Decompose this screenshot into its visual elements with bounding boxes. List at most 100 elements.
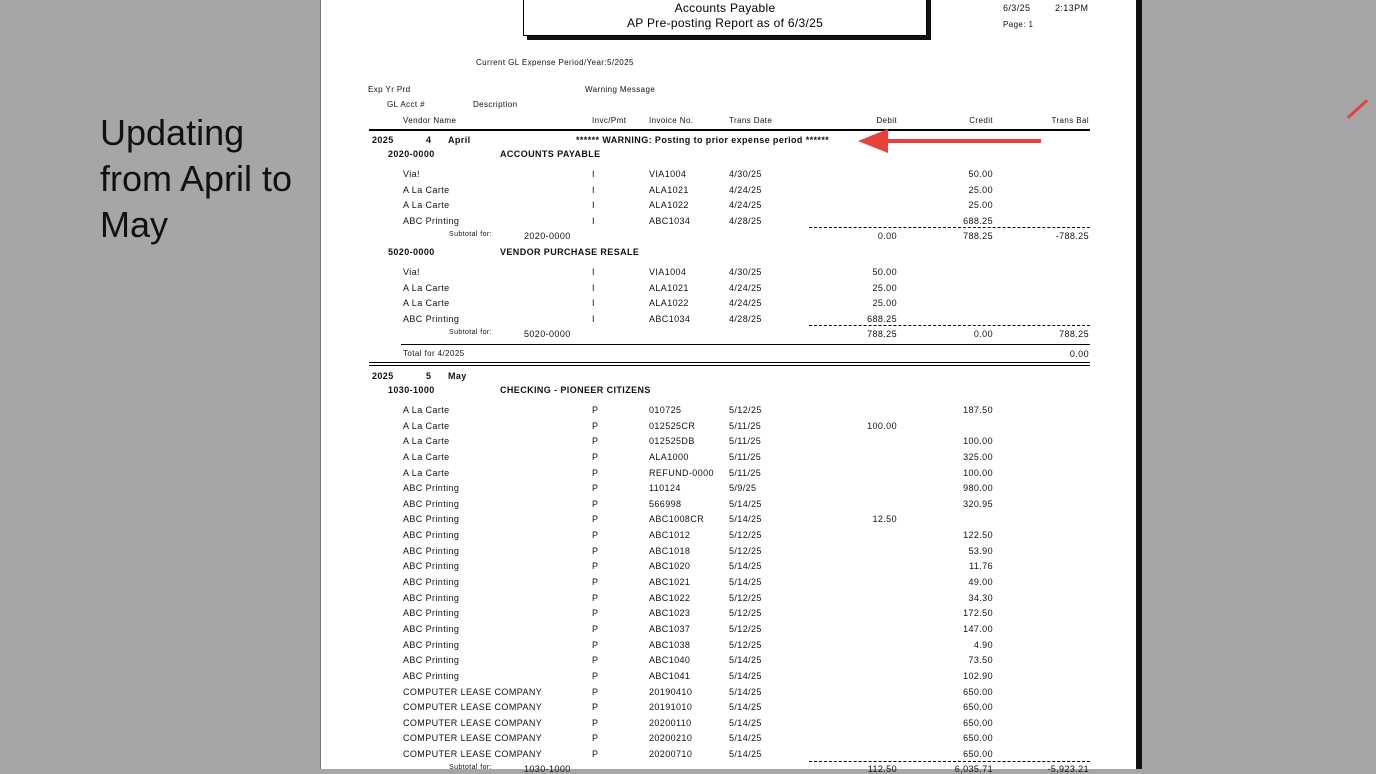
cell-inv: ALA1022 bbox=[649, 200, 689, 211]
cell-credit: 650.00 bbox=[963, 702, 993, 713]
cell-date: 4/28/25 bbox=[729, 314, 762, 325]
cell-inv: 20191010 bbox=[649, 702, 693, 713]
subtotal-debit: 788.25 bbox=[867, 329, 897, 339]
cell-credit: 187.50 bbox=[963, 405, 993, 415]
cell-debit: 688.25 bbox=[867, 314, 897, 325]
cell-credit: 53.90 bbox=[968, 545, 993, 556]
acct-1030-number: 1030-1000 bbox=[388, 385, 435, 395]
cell-debit: 50.00 bbox=[872, 267, 897, 277]
acct-2020-description: ACCOUNTS PAYABLE bbox=[500, 149, 601, 159]
cell-credit: 50.00 bbox=[968, 169, 993, 179]
cell-credit: 980.00 bbox=[963, 483, 993, 494]
cell-vendor: ABC Printing bbox=[403, 577, 460, 588]
report-date: 6/3/25 bbox=[1003, 3, 1031, 13]
cell-vendor: COMPUTER LEASE COMPANY bbox=[403, 702, 543, 713]
cell-inv: ABC1020 bbox=[649, 561, 691, 572]
cell-date: 4/28/25 bbox=[729, 216, 762, 227]
cell-vendor: COMPUTER LEASE COMPANY bbox=[403, 717, 543, 728]
cell-type: P bbox=[592, 451, 599, 462]
cell-type: I bbox=[592, 314, 595, 325]
cell-type: I bbox=[592, 282, 595, 293]
cell-inv: ABC1041 bbox=[649, 670, 691, 681]
cell-vendor: ABC Printing bbox=[403, 498, 460, 509]
cell-date: 5/14/25 bbox=[729, 733, 762, 744]
header-credit: Credit bbox=[969, 116, 993, 125]
subtotal-rule bbox=[809, 227, 1090, 228]
cell-credit: 650.00 bbox=[963, 686, 993, 697]
cell-type: P bbox=[592, 670, 599, 681]
cell-type: P bbox=[592, 608, 599, 619]
header-trans-bal: Trans Bal bbox=[1051, 116, 1089, 125]
report-time: 2:13PM bbox=[1055, 3, 1089, 13]
header-trans-date: Trans Date bbox=[729, 116, 773, 125]
cell-vendor: A La Carte bbox=[403, 200, 450, 211]
april-month: April bbox=[448, 135, 471, 145]
cell-vendor: COMPUTER LEASE COMPANY bbox=[403, 686, 543, 697]
cell-type: P bbox=[592, 749, 599, 760]
cell-vendor: A La Carte bbox=[403, 405, 450, 415]
subtotal-label: Subtotal for: bbox=[449, 231, 492, 238]
cell-vendor: A La Carte bbox=[403, 184, 450, 195]
header-invc-pmt: Invc/Pmt bbox=[592, 116, 627, 125]
cell-vendor: Via! bbox=[403, 169, 420, 179]
report-title: Accounts Payable bbox=[674, 1, 776, 15]
cell-inv: ABC1038 bbox=[649, 639, 691, 650]
cell-inv: ALA1021 bbox=[649, 282, 689, 293]
cell-type: P bbox=[592, 514, 599, 525]
cell-inv: ABC1034 bbox=[649, 216, 691, 227]
april-year: 2025 bbox=[372, 135, 394, 145]
may-year: 2025 bbox=[372, 371, 394, 381]
cell-credit: 650.00 bbox=[963, 733, 993, 744]
cell-vendor: ABC Printing bbox=[403, 530, 460, 541]
period-rule bbox=[369, 365, 1090, 366]
cell-vendor: A La Carte bbox=[403, 298, 450, 309]
cell-credit: 650.00 bbox=[963, 749, 993, 760]
cell-inv: 012525DB bbox=[649, 436, 695, 447]
cell-inv: 566998 bbox=[649, 498, 682, 509]
cell-date: 5/11/25 bbox=[729, 420, 762, 431]
cell-inv: ABC1018 bbox=[649, 545, 691, 556]
cell-inv: ALA1000 bbox=[649, 451, 689, 462]
cell-vendor: A La Carte bbox=[403, 420, 450, 431]
cell-vendor: ABC Printing bbox=[403, 623, 460, 634]
cell-type: P bbox=[592, 733, 599, 744]
cell-inv: 20200210 bbox=[649, 733, 693, 744]
cell-type: P bbox=[592, 405, 599, 415]
cell-credit: 4.90 bbox=[973, 639, 993, 650]
cell-date: 5/11/25 bbox=[729, 436, 762, 447]
cell-vendor: ABC Printing bbox=[403, 639, 460, 650]
total-rule bbox=[401, 344, 1090, 345]
cell-credit: 688.25 bbox=[963, 216, 993, 227]
cell-type: P bbox=[592, 592, 599, 603]
cell-vendor: COMPUTER LEASE COMPANY bbox=[403, 749, 543, 760]
report-page: Accounts Payable AP Pre-posting Report a… bbox=[320, 0, 1136, 774]
cell-credit: 100.00 bbox=[963, 436, 993, 447]
cell-type: I bbox=[592, 184, 595, 195]
period-rule bbox=[369, 362, 1090, 363]
cell-inv: ABC1037 bbox=[649, 623, 691, 634]
cell-vendor: ABC Printing bbox=[403, 592, 460, 603]
cell-type: P bbox=[592, 717, 599, 728]
cell-date: 5/14/25 bbox=[729, 655, 762, 666]
cell-inv: 20200710 bbox=[649, 749, 693, 760]
cell-credit: 34.30 bbox=[968, 592, 993, 603]
cell-date: 4/24/25 bbox=[729, 282, 762, 293]
cell-type: P bbox=[592, 639, 599, 650]
cell-inv: ABC1023 bbox=[649, 608, 691, 619]
cell-type: P bbox=[592, 498, 599, 509]
current-period: Current GL Expense Period/Year:5/2025 bbox=[476, 58, 634, 67]
cell-credit: 49.00 bbox=[968, 577, 993, 588]
annotation-note: Updating from April to May bbox=[100, 112, 293, 245]
may-period: 5 bbox=[426, 371, 432, 381]
subtotal-credit: 788.25 bbox=[963, 231, 993, 241]
cell-type: P bbox=[592, 545, 599, 556]
cell-vendor: Via! bbox=[403, 267, 420, 277]
cell-credit: 100.00 bbox=[963, 467, 993, 478]
cell-date: 4/30/25 bbox=[729, 267, 762, 277]
cell-date: 5/11/25 bbox=[729, 451, 762, 462]
page-number: Page: 1 bbox=[1003, 20, 1034, 29]
april-total-value: 0.00 bbox=[1069, 349, 1089, 359]
cell-vendor: ABC Printing bbox=[403, 216, 460, 227]
april-period: 4 bbox=[426, 135, 432, 145]
cell-inv: ABC1021 bbox=[649, 577, 691, 588]
